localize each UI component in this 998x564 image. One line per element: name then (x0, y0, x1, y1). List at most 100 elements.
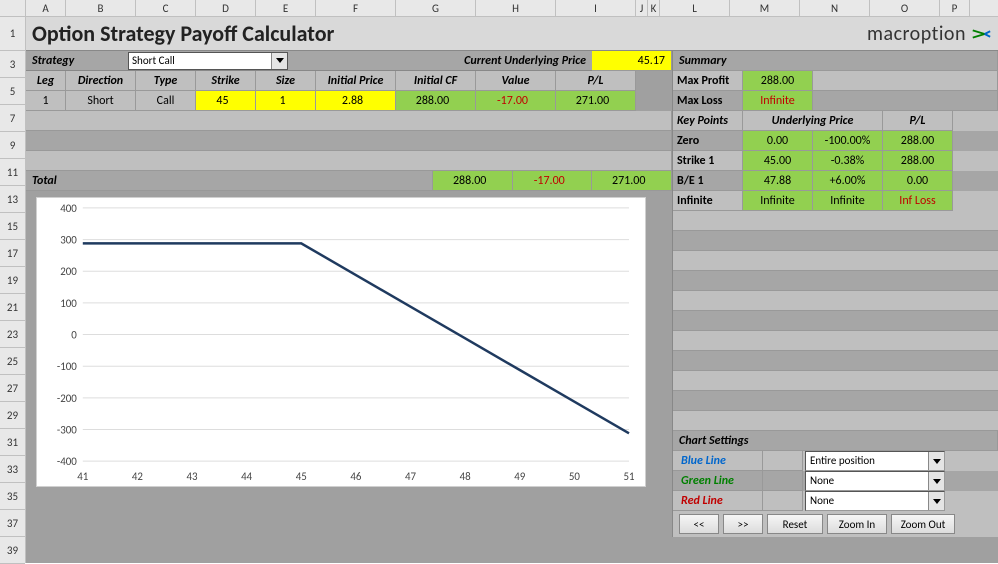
leg-type[interactable]: Call (136, 91, 196, 111)
row-header[interactable]: 13 (0, 186, 25, 213)
col-header[interactable]: L (660, 0, 730, 16)
leg-initial-price[interactable]: 2.88 (316, 91, 396, 111)
row-header[interactable]: 35 (0, 483, 25, 510)
keypoint-name: Infinite (673, 191, 743, 211)
redline-value: None (810, 491, 834, 511)
row-header[interactable]: 7 (0, 105, 25, 132)
zoom-out-button[interactable]: Zoom Out (891, 514, 955, 534)
brand-text: macroption (867, 22, 966, 46)
maxprofit-value: 288.00 (743, 71, 813, 91)
col-header[interactable]: N (800, 0, 870, 16)
keypoint-row: B/E 147.88+6.00%0.00 (673, 171, 998, 191)
column-headers: ABCDEFGHIJKLMNOP (0, 0, 998, 17)
title-bar: Option Strategy Payoff Calculator macrop… (26, 17, 998, 51)
col-header[interactable]: F (316, 0, 396, 16)
col-header[interactable]: P (940, 0, 970, 16)
zoom-in-button[interactable]: Zoom In (827, 514, 887, 534)
greenline-value: None (810, 471, 834, 491)
header-initial-price: Initial Price (316, 71, 396, 91)
col-header[interactable]: H (476, 0, 556, 16)
row-header[interactable]: 23 (0, 321, 25, 348)
svg-text:41: 41 (77, 470, 89, 483)
row-header[interactable]: 25 (0, 348, 25, 375)
svg-text:47: 47 (405, 470, 417, 483)
leg-initial-cf: 288.00 (396, 91, 476, 111)
total-pl: 271.00 (592, 171, 672, 191)
col-header[interactable]: M (730, 0, 800, 16)
leg-num: 1 (26, 91, 66, 111)
prev-button[interactable]: << (679, 514, 719, 534)
row-header[interactable]: 21 (0, 294, 25, 321)
col-header[interactable] (0, 0, 26, 16)
svg-text:0: 0 (71, 329, 77, 342)
greenline-label: Green Line (673, 471, 763, 491)
col-header[interactable]: K (648, 0, 660, 16)
keypoint-row: Zero0.00-100.00%288.00 (673, 131, 998, 151)
col-header[interactable]: C (136, 0, 196, 16)
keypoint-pl: 0.00 (883, 171, 953, 191)
leg-direction[interactable]: Short (66, 91, 136, 111)
chevron-down-icon[interactable] (928, 472, 944, 490)
chart-buttons-row: << >> Reset Zoom In Zoom Out (673, 511, 998, 537)
chevron-down-icon[interactable] (928, 492, 944, 510)
total-value: -17.00 (513, 171, 593, 191)
blueline-value: Entire position (810, 451, 875, 471)
reset-button[interactable]: Reset (767, 514, 823, 534)
leg-headers: LegDirectionTypeStrikeSizeInitial PriceI… (26, 71, 672, 91)
leg-pl: 271.00 (556, 91, 636, 111)
redline-dropdown[interactable]: None (805, 491, 945, 511)
header-leg: Leg (26, 71, 66, 91)
strategy-dropdown[interactable]: Short Call (128, 52, 288, 70)
svg-text:43: 43 (187, 470, 199, 483)
keypoint-name: Zero (673, 131, 743, 151)
row-header[interactable]: 1 (0, 17, 25, 51)
svg-text:42: 42 (132, 470, 144, 483)
row-header[interactable]: 15 (0, 213, 25, 240)
row-header[interactable]: 29 (0, 402, 25, 429)
col-header[interactable]: E (256, 0, 316, 16)
row-header[interactable]: 5 (0, 78, 25, 105)
col-header[interactable]: O (870, 0, 940, 16)
chevron-down-icon[interactable] (271, 53, 287, 69)
keypoint-pct: -100.00% (813, 131, 883, 151)
blueline-dropdown[interactable]: Entire position (805, 451, 945, 471)
row-header[interactable]: 31 (0, 429, 25, 456)
row-header[interactable]: 17 (0, 240, 25, 267)
row-header[interactable]: 37 (0, 510, 25, 537)
greenline-dropdown[interactable]: None (805, 471, 945, 491)
col-header[interactable]: D (196, 0, 256, 16)
leg-strike[interactable]: 45 (196, 91, 256, 111)
row-header[interactable]: 11 (0, 159, 25, 186)
total-row: Total 288.00 -17.00 271.00 (26, 171, 672, 191)
col-header[interactable]: J (636, 0, 648, 16)
maxloss-label: Max Loss (673, 91, 743, 111)
leg-size[interactable]: 1 (256, 91, 316, 111)
maxprofit-label: Max Profit (673, 71, 743, 91)
strategy-label: Strategy (26, 54, 126, 68)
next-button[interactable]: >> (723, 514, 763, 534)
row-header[interactable]: 39 (0, 537, 25, 564)
col-header[interactable]: B (66, 0, 136, 16)
row-header[interactable]: 33 (0, 456, 25, 483)
row-header[interactable]: 19 (0, 267, 25, 294)
row-header[interactable]: 27 (0, 375, 25, 402)
row-header[interactable]: 9 (0, 132, 25, 159)
svg-text:45: 45 (296, 470, 307, 483)
keypoint-name: Strike 1 (673, 151, 743, 171)
row-header[interactable]: 3 (0, 51, 25, 78)
kp-pl-header: P/L (883, 111, 953, 131)
svg-text:300: 300 (60, 234, 77, 247)
header-direction: Direction (66, 71, 136, 91)
chevron-down-icon[interactable] (928, 452, 944, 470)
col-header[interactable]: A (26, 0, 66, 16)
col-header[interactable]: I (556, 0, 636, 16)
keypoint-pl: 288.00 (883, 151, 953, 171)
cup-value[interactable]: 45.17 (592, 51, 672, 71)
leg-row: 1 Short Call 45 1 2.88 288.00 -17.00 271… (26, 91, 672, 111)
strategy-row: Strategy Short Call Current Underlying P… (26, 51, 672, 71)
keypoint-up: 45.00 (743, 151, 813, 171)
total-label: Total (26, 171, 433, 191)
col-header[interactable]: G (396, 0, 476, 16)
svg-text:200: 200 (60, 265, 77, 278)
keypoint-pct: Infinite (813, 191, 883, 211)
